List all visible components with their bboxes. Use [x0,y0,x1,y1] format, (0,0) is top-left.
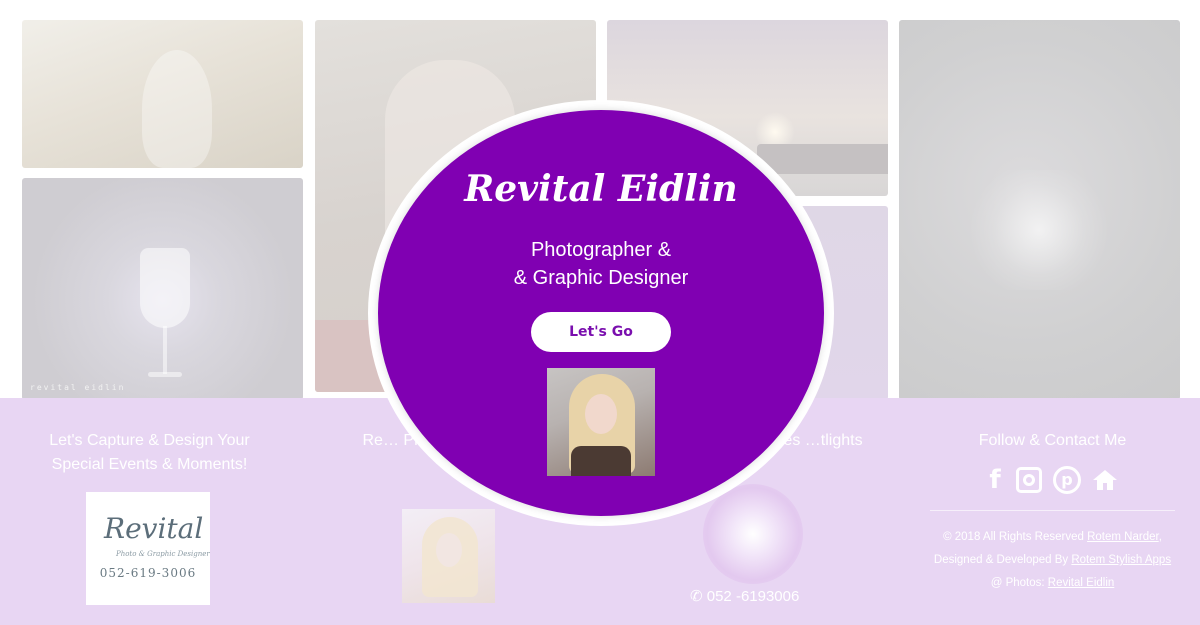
footer-col4-heading: Follow & Contact Me [978,432,1127,449]
photos-link[interactable]: Revital Eidlin [1048,577,1114,589]
small-portrait-photo[interactable] [402,509,495,603]
instagram-icon[interactable] [1014,466,1044,494]
brand-name: Revital Eidlin [464,168,738,210]
facebook-icon[interactable]: f [980,465,1010,495]
pinterest-icon[interactable]: p [1052,466,1082,494]
avatar [547,368,655,476]
footer-col1-heading: Let's Capture & Design Your Special Even… [49,432,250,473]
photo-watermark: revital eidlin [30,383,126,392]
hero-circle: Revital Eidlin Photographer & & Graphic … [378,110,824,516]
logo-script: Revital [104,512,204,545]
phone-number: 052 -6193006 [706,588,800,605]
flower-image [703,484,803,584]
footer-divider [930,510,1175,511]
rights-link[interactable]: Rotem Narder [1087,531,1159,543]
firework-graphic [959,170,1119,290]
photo-wine-glass[interactable]: revital eidlin [22,178,303,400]
home-icon[interactable] [1090,466,1120,494]
logo-phone: 052-619-3006 [99,566,197,580]
phone-icon: ✆ [690,588,703,605]
social-links: f p [980,465,1130,496]
logo-card[interactable]: Revital Photo & Graphic Designer 052-619… [86,492,210,605]
photo-fireworks[interactable] [899,20,1180,400]
role-line-2: & Graphic Designer [513,267,689,289]
footer-phone[interactable]: ✆ 052 -6193006 [690,587,820,605]
developer-link[interactable]: Rotem Stylish Apps [1071,554,1171,566]
logo-tagline: Photo & Graphic Designer [116,550,210,558]
wine-glass-graphic [140,218,190,378]
woman-figure [142,50,212,168]
photo-woman-sunset[interactable] [22,20,303,168]
role-line-1: Photographer & [530,239,672,261]
lets-go-button[interactable]: Let's Go [531,312,671,352]
footer-credits: © 2018 All Rights Reserved Rotem Narder,… [933,531,1172,589]
